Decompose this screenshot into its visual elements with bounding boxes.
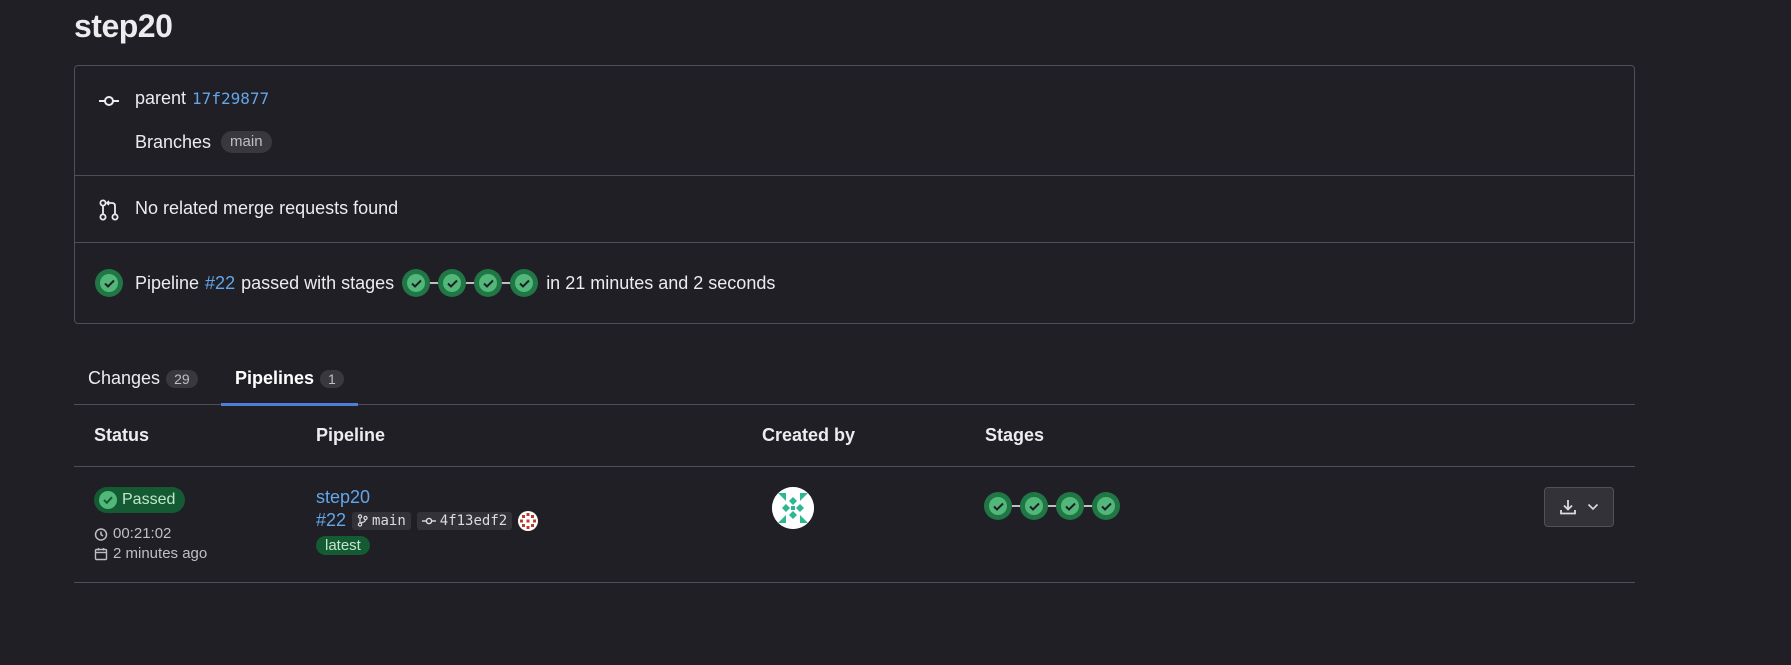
header-created-by: Created by (762, 425, 856, 445)
commit-tabs: Changes 29 Pipelines 1 (74, 352, 1635, 406)
parent-row: parent 17f29877 (135, 88, 269, 109)
row-stage-4-status-icon[interactable] (1092, 492, 1120, 520)
duration-line: 00:21:02 (94, 525, 171, 542)
tab-changes[interactable]: Changes 29 (74, 352, 212, 405)
duration-value: 00:21:02 (113, 525, 172, 542)
row-stage-1-status-icon[interactable] (984, 492, 1012, 520)
pipeline-meta: #22 main 4f13edf2 (316, 510, 539, 531)
pipeline-summary-row: Pipeline #22 passed with stages in 21 mi… (135, 269, 775, 297)
tab-changes-count: 29 (166, 369, 198, 388)
header-stages: Stages (985, 425, 1045, 445)
header-status: Status (94, 425, 150, 445)
table-row: Passed 00:21:02 2 minutes ago step20 #22… (74, 467, 1635, 583)
page-title: step20 (74, 8, 173, 44)
user-avatar-small[interactable] (518, 510, 539, 531)
tab-changes-label: Changes (88, 368, 161, 388)
ref-chip[interactable]: main (352, 511, 411, 530)
chevron-down-icon (1587, 503, 1599, 511)
pipeline-status-icon[interactable] (95, 269, 123, 297)
tab-pipelines-count: 1 (320, 369, 344, 388)
pipeline-prefix: Pipeline (135, 272, 200, 293)
branches-label: Branches (135, 131, 212, 152)
pipeline-name-link[interactable]: step20 (316, 487, 370, 507)
download-icon (1560, 500, 1576, 515)
pipeline-cell: step20 #22 main 4f13edf2 latest (316, 487, 539, 555)
stage-3-status-icon[interactable] (474, 269, 503, 297)
merge-requests-text: No related merge requests found (135, 198, 399, 218)
branches-row: Branches main (135, 131, 272, 153)
commit-info-card: parent 17f29877 Branches main No related… (74, 65, 1635, 324)
status-label: Passed (122, 491, 176, 508)
table-header: Status Pipeline Created by Stages (74, 405, 1635, 467)
branch-badge-main[interactable]: main (221, 131, 272, 153)
row-stage-3-status-icon[interactable] (1056, 492, 1084, 520)
pipeline-number-link[interactable]: #22 (316, 510, 346, 531)
finished-line: 2 minutes ago (94, 545, 207, 562)
pipeline-summary-section: Pipeline #22 passed with stages in 21 mi… (75, 243, 1634, 323)
header-pipeline: Pipeline (316, 425, 386, 445)
tab-pipelines-label: Pipelines (235, 368, 315, 388)
stage-1-status-icon[interactable] (402, 269, 431, 297)
row-stage-2-status-icon[interactable] (1020, 492, 1048, 520)
calendar-icon (94, 547, 108, 560)
pipeline-duration-text: in 21 minutes and 2 seconds (546, 272, 776, 293)
merge-requests-section: No related merge requests found (75, 176, 1634, 243)
sha-chip[interactable]: 4f13edf2 (416, 511, 513, 530)
pipelines-table: Status Pipeline Created by Stages Passed… (74, 405, 1635, 583)
parent-label: parent (135, 88, 187, 108)
row-stages (984, 492, 1120, 520)
check-circle-icon (99, 491, 117, 509)
commit-section: parent 17f29877 Branches main (75, 66, 1634, 176)
creator-avatar[interactable] (772, 487, 814, 529)
parent-sha-link[interactable]: 17f29877 (192, 89, 269, 108)
tab-pipelines[interactable]: Pipelines 1 (221, 352, 358, 406)
status-badge[interactable]: Passed (94, 487, 186, 513)
pipeline-passed-text: passed with stages (241, 272, 395, 293)
pipeline-id-link[interactable]: #22 (205, 273, 235, 294)
summary-stages (402, 269, 539, 297)
timer-icon (94, 527, 108, 541)
commit-icon (421, 517, 436, 524)
stage-2-status-icon[interactable] (438, 269, 467, 297)
ref-name: main (372, 512, 406, 529)
latest-badge: latest (316, 536, 370, 555)
download-artifacts-button[interactable] (1544, 487, 1614, 527)
merge-request-icon (97, 198, 121, 222)
merge-requests-row: No related merge requests found (135, 198, 398, 219)
branch-icon (357, 514, 368, 527)
stage-4-status-icon[interactable] (510, 269, 539, 297)
commit-icon (97, 89, 121, 113)
finished-value: 2 minutes ago (113, 545, 208, 562)
sha-value: 4f13edf2 (439, 512, 508, 529)
